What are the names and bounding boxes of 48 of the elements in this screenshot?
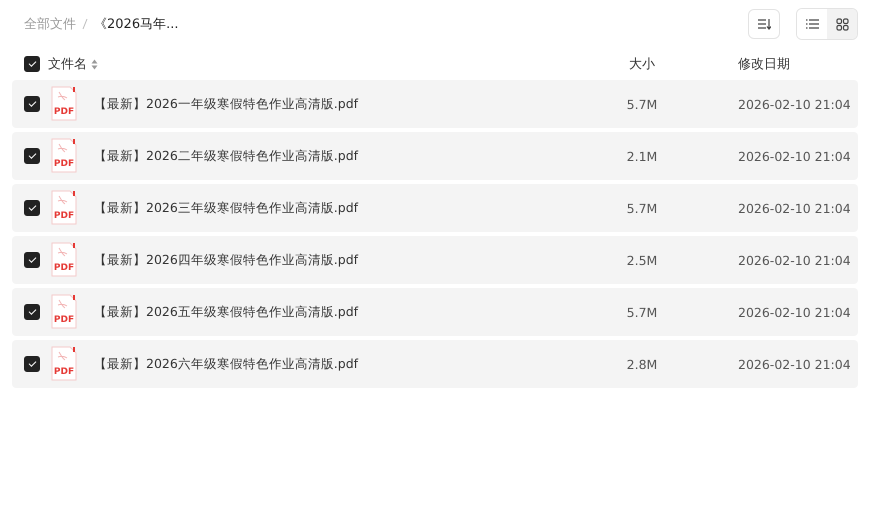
column-header[interactable]: 文件名 — [48, 55, 87, 73]
file-date: 2026-02-10 21:04 — [738, 304, 852, 320]
file-date: 2026-02-10 21:04 — [738, 96, 852, 112]
file-size: 2.1M — [626, 148, 658, 164]
list-icon — [806, 19, 818, 29]
file-name: 【最新】2026一年级寒假特色作业高清版.pdf — [94, 96, 358, 112]
column-header: 大小 — [628, 56, 656, 73]
breadcrumb-current: 《2026马年... — [94, 16, 178, 33]
file-row[interactable]: PDF 【最新】2026五年级寒假特色作业高清版.pdf 5.7M 2026-02-10 21:04 — [12, 288, 858, 336]
file-name: 【最新】2026五年级寒假特色作业高清版.pdf — [94, 304, 358, 320]
checkbox[interactable] — [24, 96, 40, 112]
file-size: 5.7M — [626, 200, 658, 216]
file-row[interactable]: PDF 【最新】2026四年级寒假特色作业高清版.pdf 2.5M 2026-02-10 21:04 — [12, 236, 858, 284]
checkbox[interactable] — [24, 304, 40, 320]
file-name: 【最新】2026二年级寒假特色作业高清版.pdf — [94, 148, 358, 164]
file-size: 2.5M — [626, 252, 658, 268]
grid-view-button[interactable] — [827, 9, 857, 39]
file-row[interactable]: PDF 【最新】2026一年级寒假特色作业高清版.pdf 5.7M 2026-02-10 21:04 — [12, 80, 858, 128]
checkbox[interactable] — [24, 200, 40, 216]
pdf-file-icon: PDF — [50, 86, 78, 122]
file-name: 【最新】2026四年级寒假特色作业高清版.pdf — [94, 252, 358, 268]
file-date: 2026-02-10 21:04 — [738, 356, 852, 372]
file-row[interactable]: PDF 【最新】2026二年级寒假特色作业高清版.pdf 2.1M 2026-02-10 21:04 — [12, 132, 858, 180]
file-size: 5.7M — [626, 304, 658, 320]
file-name: 【最新】2026六年级寒假特色作业高清版.pdf — [94, 356, 358, 372]
file-row[interactable]: PDF 【最新】2026三年级寒假特色作业高清版.pdf 5.7M 2026-02-10 21:04 — [12, 184, 858, 232]
separator-icon — [82, 18, 88, 30]
grid-icon — [836, 18, 848, 30]
pdf-file-icon: PDF — [50, 346, 78, 382]
checkbox[interactable] — [24, 148, 40, 164]
sort-button[interactable] — [748, 9, 780, 39]
checkbox[interactable] — [24, 56, 40, 72]
file-date: 2026-02-10 21:04 — [738, 148, 852, 164]
file-date: 2026-02-10 21:04 — [738, 252, 852, 268]
pdf-file-icon: PDF — [50, 190, 78, 226]
sort-icon[interactable] — [91, 58, 98, 70]
pdf-file-icon: PDF — [50, 242, 78, 278]
sort-icon — [757, 18, 771, 30]
pdf-file-icon: PDF — [50, 294, 78, 330]
file-date: 2026-02-10 21:04 — [738, 200, 852, 216]
checkbox[interactable] — [24, 252, 40, 268]
checkbox[interactable] — [24, 356, 40, 372]
file-name: 【最新】2026三年级寒假特色作业高清版.pdf — [94, 200, 358, 216]
file-size: 5.7M — [626, 96, 658, 112]
column-header: 修改日期 — [738, 56, 791, 73]
file-row[interactable]: PDF 【最新】2026六年级寒假特色作业高清版.pdf 2.8M 2026-02-10 21:04 — [12, 340, 858, 388]
file-size: 2.8M — [626, 356, 658, 372]
pdf-file-icon: PDF — [50, 138, 78, 174]
